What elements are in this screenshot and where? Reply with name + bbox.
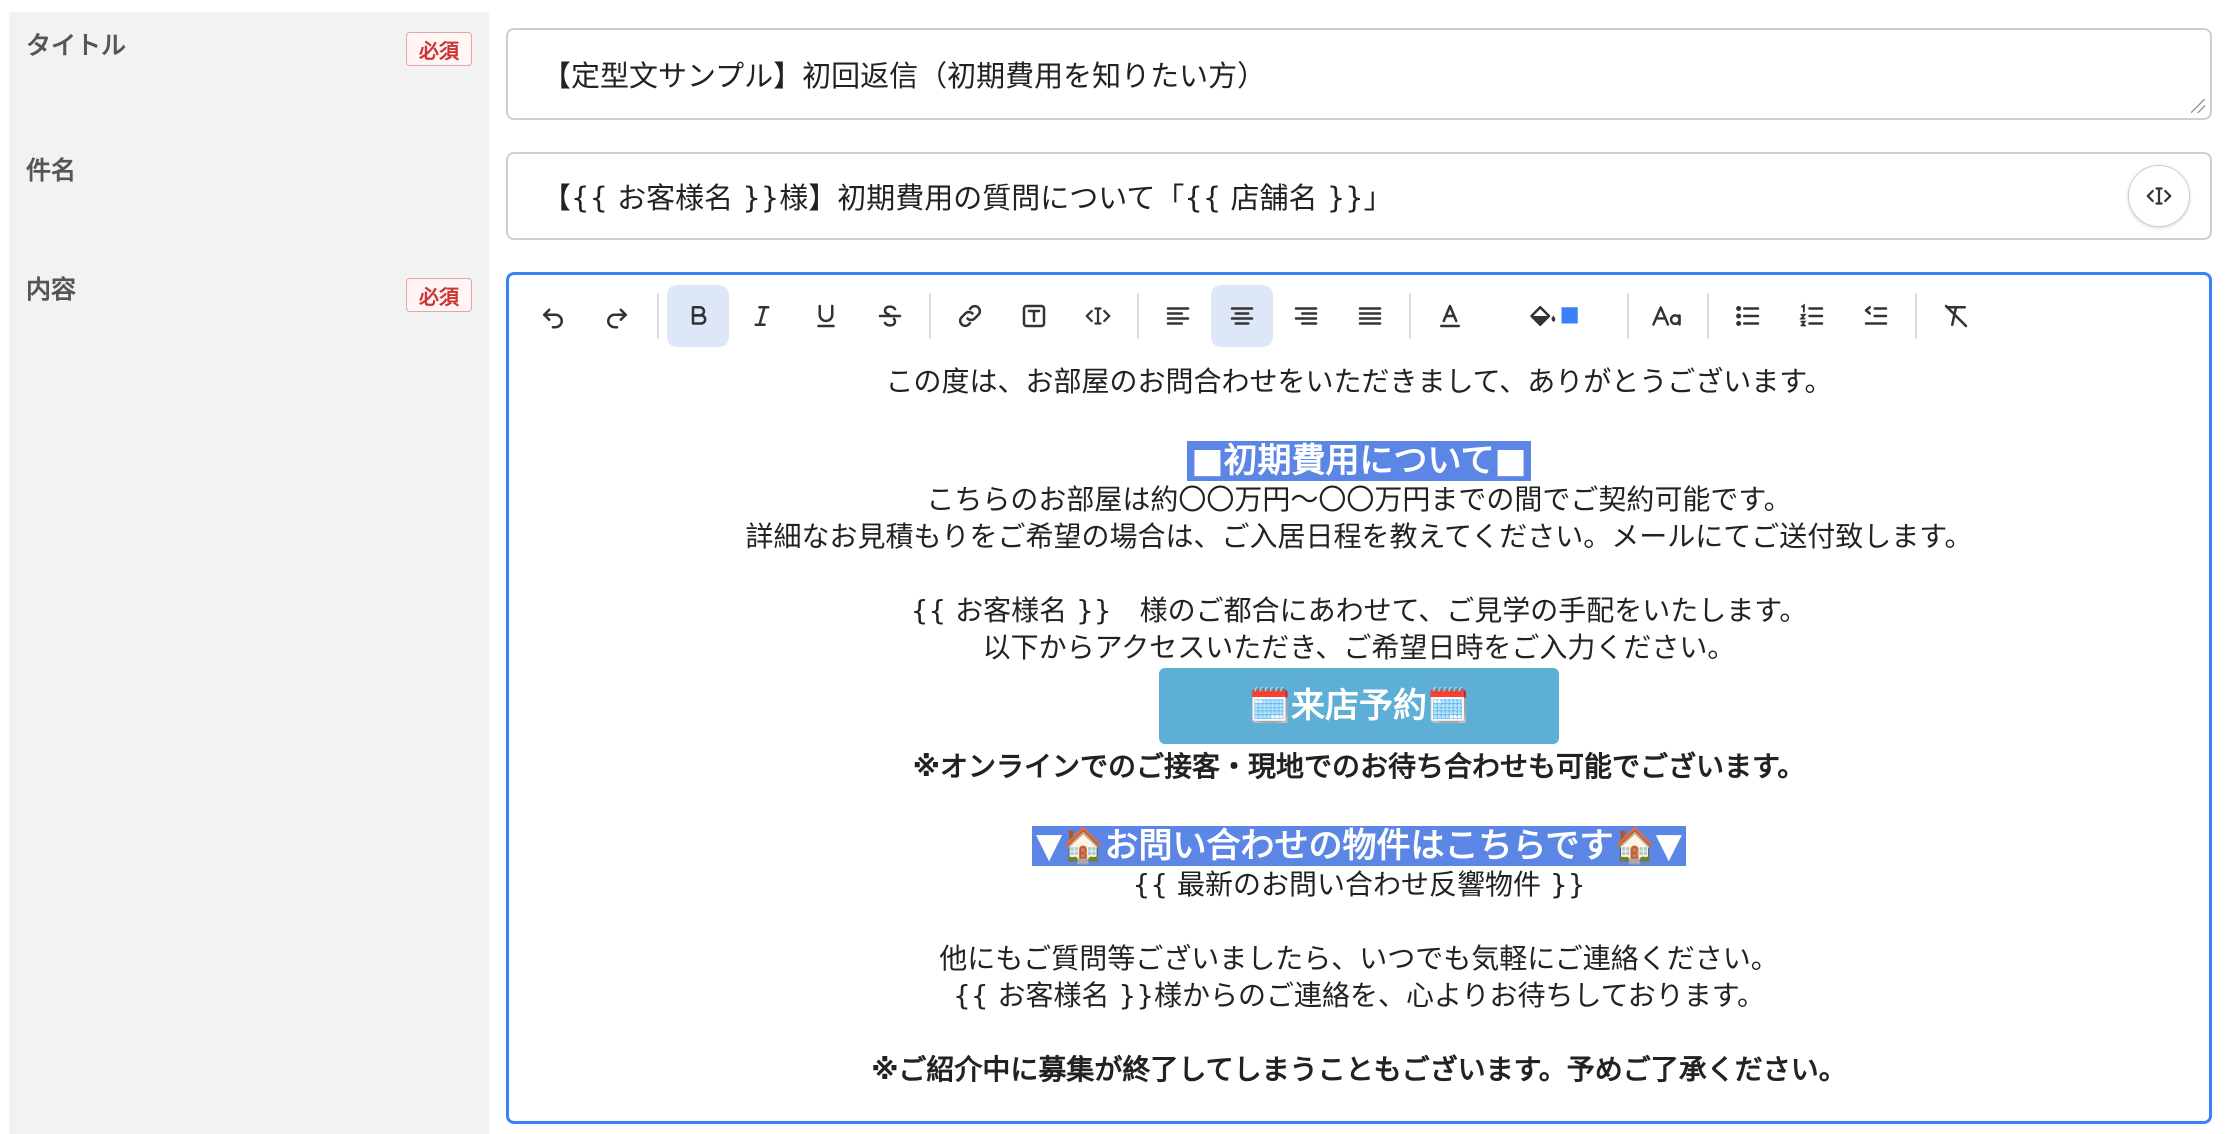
undo-button[interactable] (522, 285, 584, 347)
title-required-badge: 必須 (406, 32, 472, 66)
numbered-list-button[interactable] (1781, 285, 1843, 347)
fill-color-icon (1530, 306, 1578, 326)
text-color-button[interactable] (1419, 285, 1481, 347)
align-left-button[interactable] (1147, 285, 1209, 347)
title-input-value: 【定型文サンプル】初回返信（初期費用を知りたい方） (542, 59, 1267, 93)
align-left-icon (1166, 307, 1190, 325)
content-label: 内容 (26, 275, 77, 304)
redo-button[interactable] (586, 285, 648, 347)
insert-variable-button[interactable] (2128, 165, 2190, 227)
subject-label: 件名 (26, 156, 77, 185)
align-right-icon (1294, 307, 1318, 325)
variable-icon (1085, 307, 1111, 325)
toolbar-separator (1915, 293, 1917, 339)
toolbar-separator (1409, 293, 1411, 339)
online-note-line: ※オンラインでのご接客・現地でのお待ち合わせも可能でございます。 (912, 750, 1806, 783)
greeting-line: この度は、お部屋のお問合わせをいただきまして、ありがとうございます。 (885, 365, 1833, 398)
rich-text-editor[interactable]: この度は、お部屋のお問合わせをいただきまして、ありがとうございます。 ■初期費用… (506, 272, 2212, 1124)
clear-format-icon (1944, 304, 1968, 328)
font-size-icon (1652, 306, 1681, 326)
redo-icon (607, 308, 627, 329)
align-justify-button[interactable] (1339, 285, 1401, 347)
italic-button[interactable] (731, 285, 793, 347)
clear-format-button[interactable] (1925, 285, 1987, 347)
subject-input[interactable]: 【{{ お客様名 }}様】初期費用の質問について「{{ 店舗名 }}」 (506, 152, 2212, 240)
title-label: タイトル (26, 31, 127, 60)
bold-icon (691, 306, 707, 325)
label-column (9, 12, 489, 1134)
underline-button[interactable] (795, 285, 857, 347)
align-justify-icon (1358, 307, 1382, 325)
underline-icon (817, 304, 835, 328)
editor-toolbar (509, 285, 2209, 347)
fill-color-button[interactable] (1509, 285, 1599, 347)
toolbar-separator (929, 293, 931, 339)
bullet-list-button[interactable] (1717, 285, 1779, 347)
link-icon (958, 304, 982, 328)
outdent-icon (1864, 306, 1888, 325)
price-range-line: こちらのお部屋は約〇〇万円〜〇〇万円までの間でご契約可能です。 (926, 483, 1792, 516)
align-right-button[interactable] (1275, 285, 1337, 347)
editor-content[interactable]: この度は、お部屋のお問合わせをいただきまして、ありがとうございます。 ■初期費用… (509, 363, 2209, 1088)
variable-button[interactable] (1067, 285, 1129, 347)
content-required-badge: 必須 (406, 278, 472, 312)
toolbar-separator (1707, 293, 1709, 339)
visit-reservation-button[interactable]: 🗓️来店予約🗓️ (1159, 668, 1559, 744)
resize-handle[interactable] (2191, 99, 2205, 113)
align-center-icon (1230, 307, 1254, 325)
bold-button[interactable] (667, 285, 729, 347)
strikethrough-button[interactable] (859, 285, 921, 347)
title-input[interactable]: 【定型文サンプル】初回返信（初期費用を知りたい方） (506, 28, 2212, 120)
outdent-button[interactable] (1845, 285, 1907, 347)
contact-invite-line: 他にもご質問等ございましたら、いつでも気軽にご連絡ください。 (939, 942, 1779, 975)
text-box-button[interactable] (1003, 285, 1065, 347)
link-button[interactable] (939, 285, 1001, 347)
property-heading: ▼🏠お問い合わせの物件はこちらです🏠▼ (1032, 826, 1686, 866)
initial-cost-heading: ■初期費用について■ (1187, 441, 1531, 481)
numbered-list-icon (1799, 303, 1824, 327)
undo-icon (543, 308, 563, 329)
align-center-button[interactable] (1211, 285, 1273, 347)
toolbar-separator (1627, 293, 1629, 339)
font-size-button[interactable] (1637, 285, 1699, 347)
template-form: タイトル 必須 【定型文サンプル】初回返信（初期費用を知りたい方） 件名 【{{… (0, 0, 2226, 1134)
text-box-icon (1022, 304, 1046, 328)
estimate-line: 詳細なお見積もりをご希望の場合は、ご入居日程を教えてください。メールにてご送付致… (745, 520, 1973, 553)
strikethrough-icon (878, 305, 902, 327)
latest-property-variable: {{ 最新のお問い合わせ反響物件 }} (1132, 868, 1586, 901)
toolbar-separator (657, 293, 659, 339)
toolbar-separator (1137, 293, 1139, 339)
text-color-icon (1440, 304, 1460, 328)
subject-input-value: 【{{ お客様名 }}様】初期費用の質問について「{{ 店舗名 }}」 (542, 181, 1393, 215)
viewing-arrangement-line: {{ お客様名 }} 様のご都合にあわせて、ご見学の手配をいたします。 (910, 594, 1808, 627)
italic-icon (754, 306, 770, 326)
closing-note-line: ※ご紹介中に募集が終了してしまうこともございます。予めご了承ください。 (871, 1053, 1847, 1086)
variable-icon (2146, 187, 2172, 205)
awaiting-contact-line: {{ お客様名 }}様からのご連絡を、心よりお待ちしております。 (952, 979, 1766, 1012)
bullet-list-icon (1736, 306, 1760, 326)
access-instruction-line: 以下からアクセスいただき、ご希望日時をご入力ください。 (982, 631, 1736, 664)
